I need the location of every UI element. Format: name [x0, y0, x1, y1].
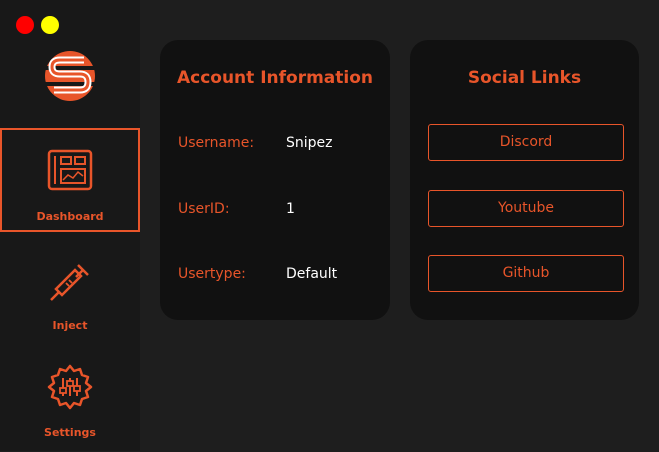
close-window-button[interactable] — [16, 16, 34, 34]
userid-value: 1 — [286, 201, 295, 217]
s-logo — [38, 48, 102, 104]
nav-inject-label: Inject — [52, 319, 88, 332]
userid-label: UserID: — [178, 201, 230, 217]
sidebar: Dashboard Inject Settings — [0, 0, 140, 451]
gear-sliders-icon — [47, 364, 93, 410]
dashboard-icon — [47, 149, 93, 191]
discord-button[interactable]: Discord — [428, 124, 624, 161]
account-information-card: Account Information Username: Snipez Use… — [160, 40, 390, 320]
nav-settings[interactable]: Settings — [0, 362, 140, 452]
github-button[interactable]: Github — [428, 255, 624, 292]
nav-dashboard[interactable]: Dashboard — [0, 128, 140, 232]
usertype-value: Default — [286, 266, 338, 282]
username-label: Username: — [178, 135, 255, 151]
usertype-label: Usertype: — [178, 266, 246, 282]
username-value: Snipez — [286, 135, 333, 151]
youtube-button[interactable]: Youtube — [428, 190, 624, 227]
social-card-title: Social Links — [467, 68, 582, 88]
social-links-card: Social Links Discord Youtube Github — [410, 40, 639, 320]
nav-settings-label: Settings — [44, 426, 96, 439]
minimize-window-button[interactable] — [41, 16, 59, 34]
nav-inject[interactable]: Inject — [0, 255, 140, 345]
syringe-icon — [50, 264, 89, 301]
nav-dashboard-label: Dashboard — [36, 210, 104, 223]
account-card-title: Account Information — [176, 68, 374, 88]
